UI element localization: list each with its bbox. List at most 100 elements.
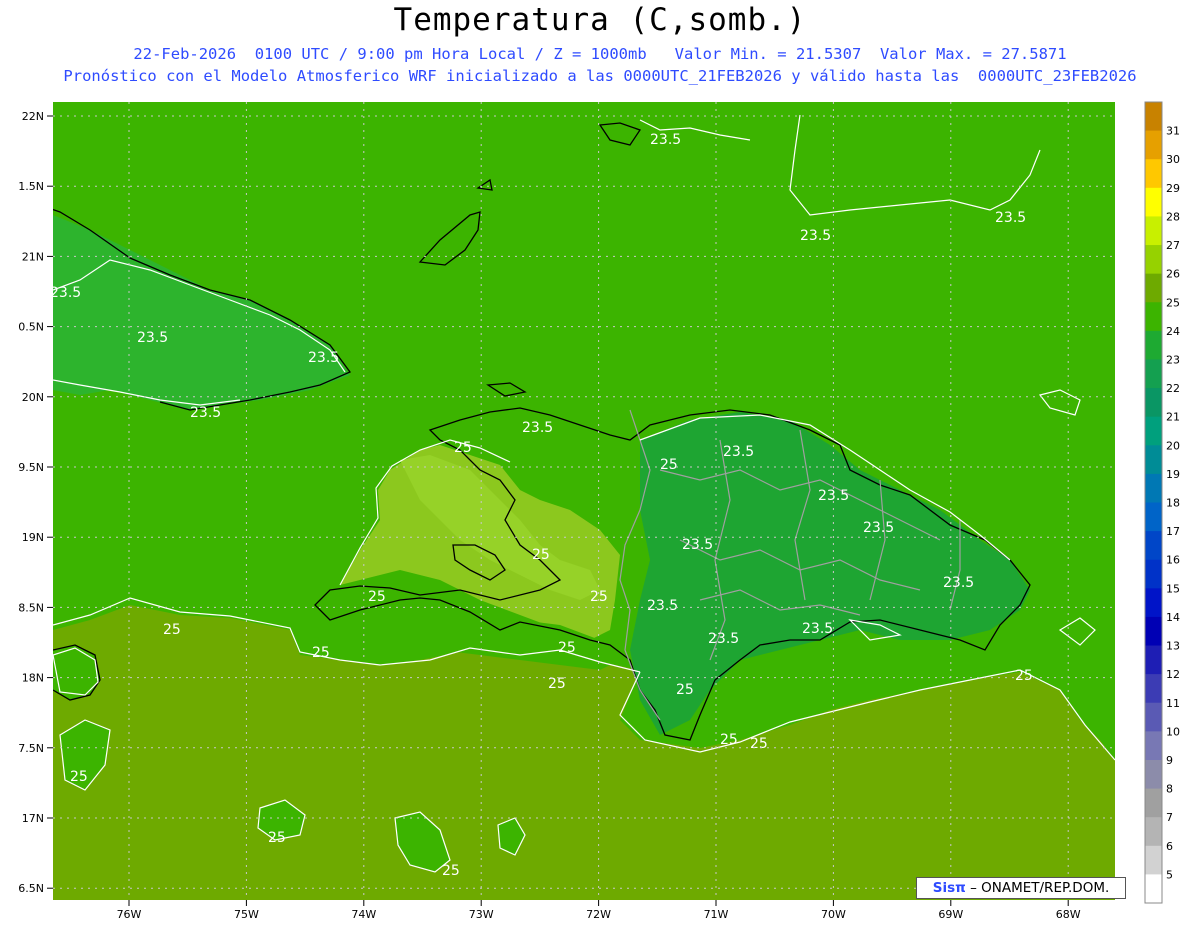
y-tick-label: 8.5N <box>18 601 44 614</box>
colorbar-label: 15 <box>1166 582 1180 595</box>
x-tick-label: 73W <box>469 908 494 921</box>
colorbar-segment <box>1145 273 1162 303</box>
colorbar-segment <box>1145 702 1162 732</box>
colorbar-label: 23 <box>1166 353 1180 366</box>
credit-text: – ONAMET/REP.DOM. <box>965 880 1110 896</box>
colorbar-segment <box>1145 874 1162 904</box>
colorbar-segment <box>1145 845 1162 875</box>
colorbar-label: 10 <box>1166 725 1180 738</box>
colorbar-segment <box>1145 588 1162 618</box>
y-tick-label: 21N <box>22 250 44 263</box>
colorbar-label: 8 <box>1166 783 1173 796</box>
contour-label: 23.5 <box>308 350 339 366</box>
contour-label: 25 <box>268 830 286 846</box>
contour-label: 23.5 <box>800 228 831 244</box>
colorbar-segment <box>1145 416 1162 446</box>
contour-label: 23.5 <box>190 405 221 421</box>
colorbar-label: 6 <box>1166 840 1173 853</box>
colorbar-label: 7 <box>1166 811 1173 824</box>
colorbar-label: 24 <box>1166 325 1180 338</box>
contour-label: 23.5 <box>943 575 974 591</box>
contour-label: 23.5 <box>137 330 168 346</box>
colorbar-segment <box>1145 216 1162 246</box>
colorbar-segment <box>1145 531 1162 561</box>
contour-label: 25 <box>590 589 608 605</box>
colorbar-segment <box>1145 187 1162 217</box>
x-tick-label: 76W <box>117 908 142 921</box>
colorbar-label: 26 <box>1166 268 1180 281</box>
contour-label: 23.5 <box>522 420 553 436</box>
colorbar-segment <box>1145 502 1162 532</box>
contour-label: 23.5 <box>708 631 739 647</box>
y-tick-label: 9.5N <box>18 461 44 474</box>
contour-label: 25 <box>548 676 566 692</box>
contour-label: 23.5 <box>650 132 681 148</box>
x-tick-label: 74W <box>351 908 376 921</box>
colorbar-segment <box>1145 245 1162 275</box>
colorbar-label: 21 <box>1166 411 1180 424</box>
colorbar-segment <box>1145 302 1162 332</box>
colorbar-segment <box>1145 731 1162 761</box>
contour-label: 25 <box>750 736 768 752</box>
colorbar-segment <box>1145 330 1162 360</box>
contour-label: 23.5 <box>723 444 754 460</box>
contour-label: 23.5 <box>682 537 713 553</box>
contour-label: 25 <box>532 547 550 563</box>
contour-label: 25 <box>442 863 460 879</box>
contour-label: 25 <box>660 457 678 473</box>
colorbar-label: 28 <box>1166 210 1180 223</box>
colorbar-label: 16 <box>1166 554 1180 567</box>
y-tick-label: 17N <box>22 812 44 825</box>
x-tick-label: 68W <box>1056 908 1081 921</box>
colorbar-segment <box>1145 473 1162 503</box>
colorbar-segment <box>1145 788 1162 818</box>
colorbar-segment <box>1145 445 1162 475</box>
y-tick-label: 19N <box>22 531 44 544</box>
x-tick-label: 75W <box>234 908 259 921</box>
temperature-map: 23.5 23.5 23.5 23.5 23.5 23.5 23.5 23.5 … <box>18 101 1180 921</box>
colorbar-label: 22 <box>1166 382 1180 395</box>
colorbar-segment <box>1145 359 1162 389</box>
colorbar-label: 5 <box>1166 868 1173 881</box>
y-tick-label: 22N <box>22 110 44 123</box>
contour-label: 25 <box>676 682 694 698</box>
colorbar-segment <box>1145 817 1162 847</box>
contour-label: 25 <box>368 589 386 605</box>
contour-label: 23.5 <box>863 520 894 536</box>
contour-label: 25 <box>720 732 738 748</box>
colorbar-label: 29 <box>1166 182 1180 195</box>
credit-box: Sisπ – ONAMET/REP.DOM. <box>916 877 1126 899</box>
contour-label: 23.5 <box>995 210 1026 226</box>
contour-label: 25 <box>70 769 88 785</box>
brand-label: Sisπ <box>932 880 966 896</box>
colorbar-label: 30 <box>1166 153 1180 166</box>
colorbar-label: 20 <box>1166 439 1180 452</box>
y-tick-label: 1.5N <box>18 180 44 193</box>
colorbar: 31 30 29 28 27 26 25 24 23 22 21 20 19 18 17 16 15 14 13 12… <box>1144 101 1180 904</box>
colorbar-label: 27 <box>1166 239 1180 252</box>
colorbar-segment <box>1145 559 1162 589</box>
contour-label: 25 <box>454 440 472 456</box>
colorbar-label: 12 <box>1166 668 1180 681</box>
contour-label: 23.5 <box>802 621 833 637</box>
y-tick-label: 0.5N <box>18 321 44 334</box>
colorbar-segment <box>1145 159 1162 189</box>
x-tick-label: 72W <box>586 908 611 921</box>
x-tick-label: 69W <box>938 908 963 921</box>
colorbar-segment <box>1145 616 1162 647</box>
colorbar-label: 9 <box>1166 754 1173 767</box>
colorbar-segment <box>1145 674 1162 704</box>
colorbar-label: 14 <box>1166 611 1180 624</box>
contour-label: 25 <box>1015 668 1033 684</box>
colorbar-label: 17 <box>1166 525 1180 538</box>
colorbar-label: 13 <box>1166 640 1180 653</box>
colorbar-label: 25 <box>1166 296 1180 309</box>
contour-label: 25 <box>163 622 181 638</box>
x-tick-label: 71W <box>704 908 729 921</box>
colorbar-label: 19 <box>1166 468 1180 481</box>
contour-label: 25 <box>312 645 330 661</box>
colorbar-segment <box>1145 130 1162 160</box>
y-tick-label: 18N <box>22 672 44 685</box>
x-axis: 76W 75W 74W 73W 72W 71W 70W 69W 68W <box>117 900 1081 921</box>
colorbar-segment <box>1145 759 1162 790</box>
